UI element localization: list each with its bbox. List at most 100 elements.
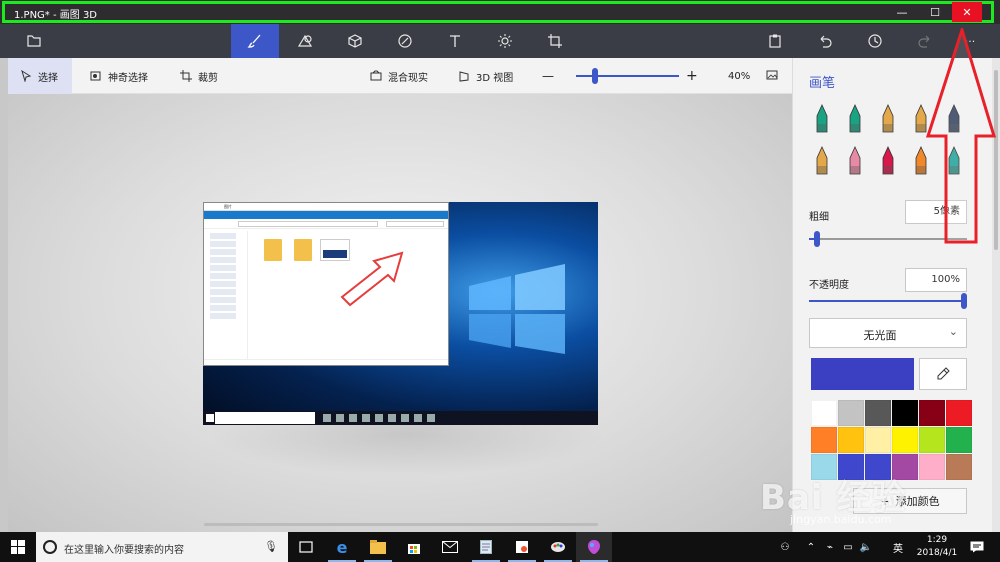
color-swatch[interactable] [838,427,864,453]
select-button[interactable]: 选择 [8,58,72,94]
windows-logo-wallpaper [469,264,565,354]
tab-canvas[interactable] [531,24,579,58]
paste-icon [769,34,781,48]
tab-brushes[interactable] [231,24,279,58]
cursor-icon [21,70,32,82]
crop-button[interactable]: 裁剪 [180,58,218,94]
opacity-label: 不透明度 [809,280,849,291]
notification-icon[interactable] [968,532,986,562]
shapes-2d-icon [297,34,313,47]
tab-text[interactable] [431,24,479,58]
close-button[interactable]: ✕ [952,2,982,22]
minimize-button[interactable]: — [885,0,919,24]
snipping-tool-icon [516,541,528,553]
taskbar-search-box[interactable]: 在这里输入你要搜索的内容 🎙 [36,532,288,562]
store-app[interactable] [396,532,432,562]
green-highlight-box [2,1,994,23]
opacity-slider-fill [809,300,967,302]
mail-icon [442,541,458,553]
color-swatch[interactable] [892,427,918,453]
color-swatch[interactable] [865,400,891,426]
tab-effects[interactable] [481,24,529,58]
brush-crayon[interactable] [875,144,901,178]
color-swatch[interactable] [946,400,972,426]
color-swatch[interactable] [811,427,837,453]
speaker-icon[interactable]: 🔈 [858,532,874,562]
view-3d-button[interactable]: 3D 视图 [458,58,513,94]
cortana-icon [43,540,57,554]
title-bar: 1.PNG* - 画图 3D — ☐ ✕ [0,0,1000,24]
maximize-button[interactable]: ☐ [918,0,952,24]
view-3d-icon [459,71,469,82]
current-color-swatch[interactable] [811,358,914,390]
windows-start-icon [11,540,25,554]
color-swatch[interactable] [919,400,945,426]
brush-marker[interactable] [809,102,835,136]
ime-indicator[interactable]: 英 [890,532,906,562]
task-view-icon [299,541,313,553]
edge-app[interactable]: e [324,532,360,562]
chevron-up-icon[interactable]: ⌃ [804,532,818,562]
magic-select-icon [90,71,101,81]
ribbon-toolbar: ··· [0,24,1000,58]
canvas-image[interactable]: 图片 [203,202,598,425]
color-swatch[interactable] [811,400,837,426]
red-outline-arrow [340,251,404,307]
history-button[interactable] [851,24,899,58]
people-icon[interactable]: ⚇ [776,532,794,562]
opacity-input[interactable]: 100% [905,268,967,292]
color-swatch[interactable] [946,427,972,453]
notepad-app[interactable] [468,532,504,562]
zoom-in-button[interactable]: + [686,58,698,94]
brush-eraser[interactable] [842,144,868,178]
paint-app[interactable] [540,532,576,562]
mixed-reality-button[interactable]: 混合现实 [370,58,428,94]
paste-button[interactable] [751,24,799,58]
sun-icon [498,34,512,48]
panel-title: 画笔 [809,76,836,91]
eyedropper-button[interactable] [919,358,967,390]
color-swatch[interactable] [919,454,945,480]
text-icon [450,35,460,47]
zoom-out-button[interactable]: — [542,58,554,94]
mail-app[interactable] [432,532,468,562]
tab-2d-shapes[interactable] [281,24,329,58]
color-swatch[interactable] [946,454,972,480]
oil-brush-icon [882,104,894,133]
color-swatch[interactable] [892,400,918,426]
tab-stickers[interactable] [381,24,429,58]
brush-calligraphy-pen[interactable] [842,102,868,136]
cube-icon [348,34,362,48]
microphone-icon[interactable]: 🎙 [264,540,278,553]
task-view-button[interactable] [288,532,324,562]
brush-pencil[interactable] [809,144,835,178]
color-swatch[interactable] [919,427,945,453]
start-button[interactable] [0,532,36,562]
brush-oil-brush[interactable] [875,102,901,136]
thickness-slider-thumb[interactable] [813,231,820,247]
mixed-reality-label: 混合现实 [388,72,428,84]
chevron-down-icon: ⌄ [948,325,958,338]
opacity-slider-thumb[interactable] [961,293,967,309]
color-swatch[interactable] [865,427,891,453]
finish-dropdown[interactable]: 无光面 ⌄ [809,318,967,348]
network-icon[interactable]: ▭ [840,532,856,562]
edge-icon: e [336,537,348,557]
paint-3d-app[interactable] [576,532,612,562]
color-swatch[interactable] [838,400,864,426]
window-title: 1.PNG* - 画图 3D [14,10,98,21]
action-center-icon [970,541,984,553]
snipping-tool-app[interactable] [504,532,540,562]
search-placeholder: 在这里输入你要搜索的内容 [64,545,184,556]
undo-button[interactable] [801,24,849,58]
folder-icon [27,35,41,47]
zoom-fit-button[interactable] [766,58,778,94]
clock[interactable]: 1:29 2018/4/1 [908,534,966,560]
file-explorer-app[interactable] [360,532,396,562]
menu-button[interactable] [10,24,58,58]
zoom-slider-thumb[interactable] [592,68,598,84]
tab-3d-shapes[interactable] [331,24,379,58]
horizontal-scrollbar[interactable] [204,523,598,526]
usb-icon[interactable]: ⌁ [822,532,838,562]
magic-select-button[interactable]: 神奇选择 [90,58,148,94]
